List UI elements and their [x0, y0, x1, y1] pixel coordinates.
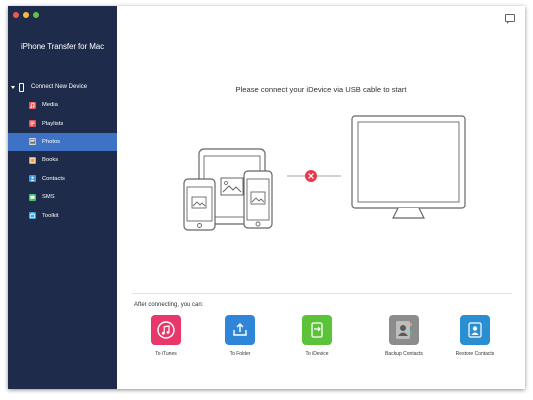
device-selector[interactable]: Connect New Device: [11, 81, 87, 93]
to-folder-action[interactable]: To Folder: [210, 315, 270, 357]
photo-icon: [29, 138, 36, 146]
to-itunes-action[interactable]: To iTunes: [136, 315, 196, 357]
phone-right-icon: [243, 170, 273, 229]
book-icon: [29, 156, 36, 164]
itunes-icon[interactable]: [151, 315, 181, 345]
restore-contacts-icon[interactable]: [460, 315, 490, 345]
sidebar-item-books[interactable]: Books: [8, 151, 117, 169]
phone-left-icon: [183, 178, 216, 231]
sidebar-item-contacts[interactable]: Contacts: [8, 170, 117, 188]
sidebar-item-label: Books: [42, 157, 59, 164]
sidebar-item-label: Toolkit: [42, 212, 59, 219]
app-title: iPhone Transfer for Mac: [20, 42, 105, 51]
action-label: To iTunes: [155, 351, 177, 357]
phone-icon: [19, 82, 24, 92]
connection-illustration: [183, 115, 466, 231]
toolkit-icon: [29, 212, 36, 220]
sidebar-item-label: Photos: [42, 138, 61, 145]
contact-icon: [29, 175, 36, 183]
sidebar-item-toolkit[interactable]: Toolkit: [8, 206, 117, 224]
action-label: Restore Contacts: [455, 351, 495, 357]
sidebar-item-photos[interactable]: Photos: [8, 132, 117, 152]
sidebar-item-label: Playlists: [42, 120, 64, 127]
main-panel: Please connect your iDevice via USB cabl…: [117, 6, 525, 389]
backup-contacts-icon[interactable]: [389, 315, 419, 345]
after-connect-label: After connecting, you can:: [134, 302, 204, 308]
sidebar-nav: Media Playlists Photos Books Contacts SM…: [8, 96, 117, 225]
zoom-window-button[interactable]: [33, 12, 39, 18]
to-idevice-action[interactable]: To iDevice: [287, 315, 347, 357]
close-window-button[interactable]: [13, 12, 19, 18]
folder-export-icon[interactable]: [225, 315, 255, 345]
monitor-icon: [351, 115, 466, 219]
message-icon: [29, 193, 36, 201]
action-label: To Folder: [229, 351, 251, 357]
backup-contacts-action[interactable]: Backup Contacts: [374, 315, 434, 357]
sidebar-item-media[interactable]: Media: [8, 96, 117, 114]
action-label: To iDevice: [305, 351, 329, 357]
playlist-icon: [29, 120, 36, 128]
device-transfer-icon[interactable]: [302, 315, 332, 345]
music-note-icon: [29, 101, 36, 109]
action-label: Backup Contacts: [385, 351, 423, 357]
sidebar-item-label: SMS: [42, 194, 55, 201]
sidebar-item-sms[interactable]: SMS: [8, 188, 117, 206]
minimize-window-button[interactable]: [23, 12, 29, 18]
sidebar-item-label: Contacts: [42, 175, 65, 182]
device-label: Connect New Device: [31, 84, 88, 90]
sidebar-item-label: Media: [42, 102, 58, 109]
sidebar-item-playlists[interactable]: Playlists: [8, 114, 117, 132]
restore-contacts-action[interactable]: Restore Contacts: [445, 315, 505, 357]
sidebar: iPhone Transfer for Mac Connect New Devi…: [8, 6, 117, 389]
disclosure-triangle-icon[interactable]: [11, 85, 15, 89]
app-window: iPhone Transfer for Mac Connect New Devi…: [8, 6, 525, 389]
section-divider: [132, 293, 512, 294]
